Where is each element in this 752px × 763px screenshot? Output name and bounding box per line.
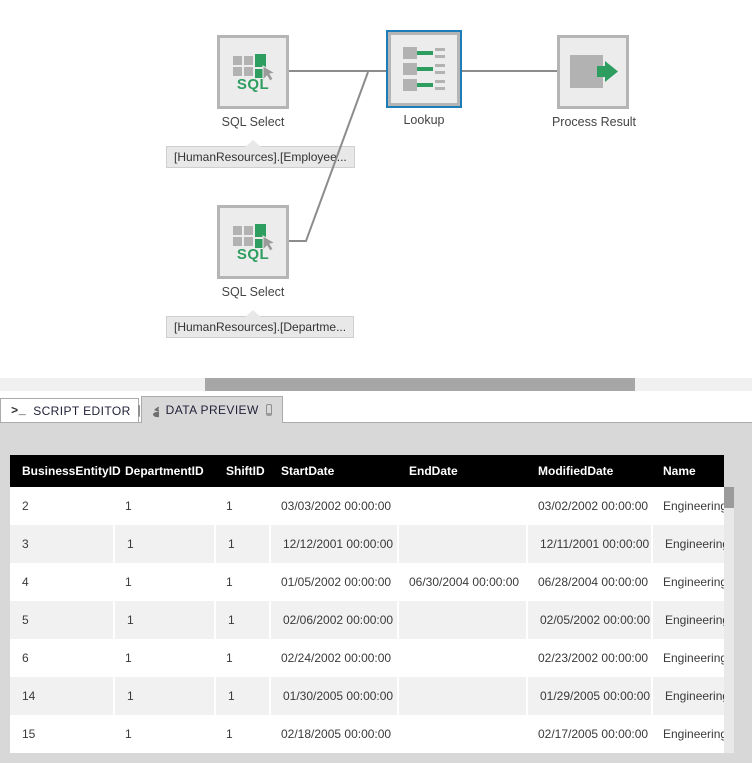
table-cell: 12/11/2001 00:00:00 xyxy=(526,525,651,563)
table-cell: Engineering xyxy=(651,525,724,563)
table-cell: Engineering xyxy=(651,639,724,677)
table-cell: 1 xyxy=(113,677,214,715)
table-body: 21103/03/2002 00:00:0003/02/2002 00:00:0… xyxy=(10,487,724,753)
table-cell: 1 xyxy=(113,563,214,601)
popout-window-icon[interactable] xyxy=(266,404,272,416)
node-sql-select-1[interactable]: SQL xyxy=(217,35,289,109)
table-name-tooltip: [HumanResources].[Employee... xyxy=(166,146,355,168)
table-cell xyxy=(397,601,526,639)
table-cell: 1 xyxy=(214,715,269,753)
table-cell xyxy=(397,525,526,563)
table-row[interactable]: 51102/06/2002 00:00:0002/05/2002 00:00:0… xyxy=(10,601,724,639)
terminal-icon: >_ xyxy=(11,404,26,418)
process-result-icon xyxy=(567,52,619,92)
canvas-horizontal-scrollbar[interactable] xyxy=(0,378,752,391)
table-cell: Engineering xyxy=(651,677,724,715)
table-cell: 03/02/2002 00:00:00 xyxy=(526,487,651,525)
table-cell: 12/12/2001 00:00:00 xyxy=(269,525,397,563)
column-header[interactable]: StartDate xyxy=(269,455,397,487)
app-window: [HumanResources].[Employee... [HumanReso… xyxy=(0,0,752,763)
table-cell: 1 xyxy=(113,525,214,563)
table-row[interactable]: 31112/12/2001 00:00:0012/11/2001 00:00:0… xyxy=(10,525,724,563)
table-cell: 1 xyxy=(214,639,269,677)
lookup-icon xyxy=(401,46,447,92)
column-header[interactable]: BusinessEntityID xyxy=(10,455,113,487)
table-name-tooltip: [HumanResources].[Departme... xyxy=(166,316,354,338)
table-cell: 02/05/2002 00:00:00 xyxy=(526,601,651,639)
tooltip-text: [HumanResources].[Departme... xyxy=(174,320,346,334)
table-cell: Engineering xyxy=(651,601,724,639)
tab-data-preview[interactable]: DATA PREVIEW xyxy=(141,396,283,423)
table-row[interactable]: 151102/18/2005 00:00:0002/17/2005 00:00:… xyxy=(10,715,724,753)
table-cell: 02/23/2002 00:00:00 xyxy=(526,639,651,677)
table-row[interactable]: 21103/03/2002 00:00:0003/02/2002 00:00:0… xyxy=(10,487,724,525)
bottom-tab-bar: >_ SCRIPT EDITOR DATA PREVIEW xyxy=(0,391,752,423)
data-preview-panel: BusinessEntityIDDepartmentIDShiftIDStart… xyxy=(0,423,752,763)
vertical-scrollbar-thumb[interactable] xyxy=(724,487,734,508)
node-label: SQL Select xyxy=(188,115,318,129)
table-cell: 1 xyxy=(113,601,214,639)
table-cell: 1 xyxy=(113,715,214,753)
column-header[interactable]: ModifiedDate xyxy=(526,455,651,487)
node-lookup[interactable] xyxy=(388,32,460,106)
table-row[interactable]: 61102/24/2002 00:00:0002/23/2002 00:00:0… xyxy=(10,639,724,677)
node-label: Process Result xyxy=(529,115,659,129)
tooltip-text: [HumanResources].[Employee... xyxy=(174,150,347,164)
table-cell: Engineering xyxy=(651,563,724,601)
table-cell: 06/28/2004 00:00:00 xyxy=(526,563,651,601)
table-cell: 14 xyxy=(10,677,113,715)
table-cell: 15 xyxy=(10,715,113,753)
connection-wires xyxy=(0,0,752,378)
table-cell xyxy=(397,487,526,525)
table-cell: 2 xyxy=(10,487,113,525)
table-cell: 5 xyxy=(10,601,113,639)
table-cell: 1 xyxy=(214,563,269,601)
table-cell: 02/17/2005 00:00:00 xyxy=(526,715,651,753)
table-cell xyxy=(397,677,526,715)
table-cell xyxy=(397,639,526,677)
workflow-canvas[interactable]: [HumanResources].[Employee... [HumanReso… xyxy=(0,0,752,378)
table-cell: 1 xyxy=(214,525,269,563)
table-cell: 3 xyxy=(10,525,113,563)
table-cell xyxy=(397,715,526,753)
table-cell: 01/05/2002 00:00:00 xyxy=(269,563,397,601)
table-cell: 03/03/2002 00:00:00 xyxy=(269,487,397,525)
data-table: BusinessEntityIDDepartmentIDShiftIDStart… xyxy=(10,455,724,753)
table-cell: 02/18/2005 00:00:00 xyxy=(269,715,397,753)
data-preview-eye-icon xyxy=(152,403,159,418)
table-cell: 02/24/2002 00:00:00 xyxy=(269,639,397,677)
column-header[interactable]: EndDate xyxy=(397,455,526,487)
column-header[interactable]: DepartmentID xyxy=(113,455,214,487)
table-header-row: BusinessEntityIDDepartmentIDShiftIDStart… xyxy=(10,455,724,487)
table-cell: 1 xyxy=(113,487,214,525)
table-cell: Engineering xyxy=(651,487,724,525)
sql-badge-label: SQL xyxy=(237,248,269,262)
table-cell: 4 xyxy=(10,563,113,601)
table-row[interactable]: 41101/05/2002 00:00:0006/30/2004 00:00:0… xyxy=(10,563,724,601)
table-cell: 01/30/2005 00:00:00 xyxy=(269,677,397,715)
table-cell: 01/29/2005 00:00:00 xyxy=(526,677,651,715)
table-vertical-scrollbar[interactable] xyxy=(724,487,734,753)
node-process-result[interactable] xyxy=(557,35,629,109)
table-cell: 6 xyxy=(10,639,113,677)
node-label: SQL Select xyxy=(188,285,318,299)
node-sql-select-2[interactable]: SQL xyxy=(217,205,289,279)
node-label: Lookup xyxy=(359,113,489,127)
table-cell: 1 xyxy=(214,677,269,715)
table-row[interactable]: 141101/30/2005 00:00:0001/29/2005 00:00:… xyxy=(10,677,724,715)
column-header[interactable]: Name xyxy=(651,455,724,487)
tab-script-editor[interactable]: >_ SCRIPT EDITOR xyxy=(0,398,139,422)
tab-label: SCRIPT EDITOR xyxy=(33,404,130,418)
table-cell: 1 xyxy=(214,601,269,639)
popout-window-icon[interactable] xyxy=(138,405,140,417)
table-cell: 1 xyxy=(113,639,214,677)
table-cell: Engineering xyxy=(651,715,724,753)
tab-label: DATA PREVIEW xyxy=(166,403,259,417)
table-cell: 06/30/2004 00:00:00 xyxy=(397,563,526,601)
sql-badge-label: SQL xyxy=(237,78,269,92)
horizontal-scrollbar-thumb[interactable] xyxy=(205,378,635,391)
column-header[interactable]: ShiftID xyxy=(214,455,269,487)
table-cell: 1 xyxy=(214,487,269,525)
table-cell: 02/06/2002 00:00:00 xyxy=(269,601,397,639)
